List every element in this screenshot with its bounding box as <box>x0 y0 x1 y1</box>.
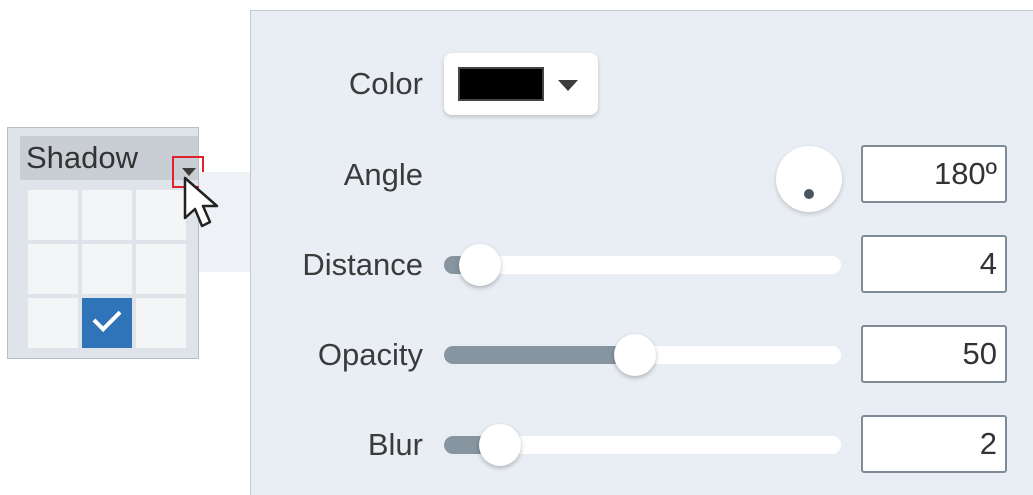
blur-label: Blur <box>367 427 423 462</box>
grid-cell-top-center[interactable] <box>82 190 132 240</box>
color-label: Color <box>348 66 423 101</box>
grid-cell-bottom-right[interactable] <box>136 298 186 348</box>
shadow-label: Shadow <box>26 140 139 175</box>
opacity-input[interactable]: 50 <box>861 325 1007 383</box>
angle-dial[interactable] <box>776 146 842 212</box>
slider-thumb[interactable] <box>458 244 501 286</box>
distance-label: Distance <box>302 247 423 282</box>
distance-slider[interactable] <box>444 244 841 286</box>
slider-thumb[interactable] <box>478 424 521 466</box>
opacity-slider[interactable] <box>444 334 841 376</box>
grid-cell-bottom-center[interactable] <box>82 298 132 348</box>
pointer-cursor-icon <box>183 176 219 228</box>
distance-input[interactable]: 4 <box>861 235 1007 293</box>
shadow-settings-panel: Color Angle 180º Distance 4 Opacity 50 B… <box>250 10 1033 495</box>
opacity-label: Opacity <box>317 337 423 372</box>
color-picker-button[interactable] <box>444 53 598 115</box>
angle-input[interactable]: 180º <box>861 145 1007 203</box>
blur-slider[interactable] <box>444 424 841 466</box>
grid-cell-middle-center[interactable] <box>82 244 132 294</box>
grid-cell-middle-left[interactable] <box>28 244 78 294</box>
grid-cell-bottom-left[interactable] <box>28 298 78 348</box>
slider-fill <box>444 346 635 364</box>
shadow-position-grid <box>28 190 186 350</box>
blur-input[interactable]: 2 <box>861 415 1007 473</box>
grid-cell-top-right[interactable] <box>136 190 186 240</box>
angle-indicator <box>804 189 814 199</box>
shadow-widget: Shadow <box>7 127 204 359</box>
color-swatch <box>458 67 544 101</box>
chevron-down-icon <box>558 80 578 91</box>
angle-label: Angle <box>343 157 423 192</box>
checkmark-icon <box>92 303 122 332</box>
slider-thumb[interactable] <box>613 334 656 376</box>
slider-track <box>444 256 841 274</box>
grid-cell-top-left[interactable] <box>28 190 78 240</box>
grid-cell-middle-right[interactable] <box>136 244 186 294</box>
chevron-down-icon <box>182 168 196 176</box>
shadow-header[interactable]: Shadow <box>20 136 204 188</box>
